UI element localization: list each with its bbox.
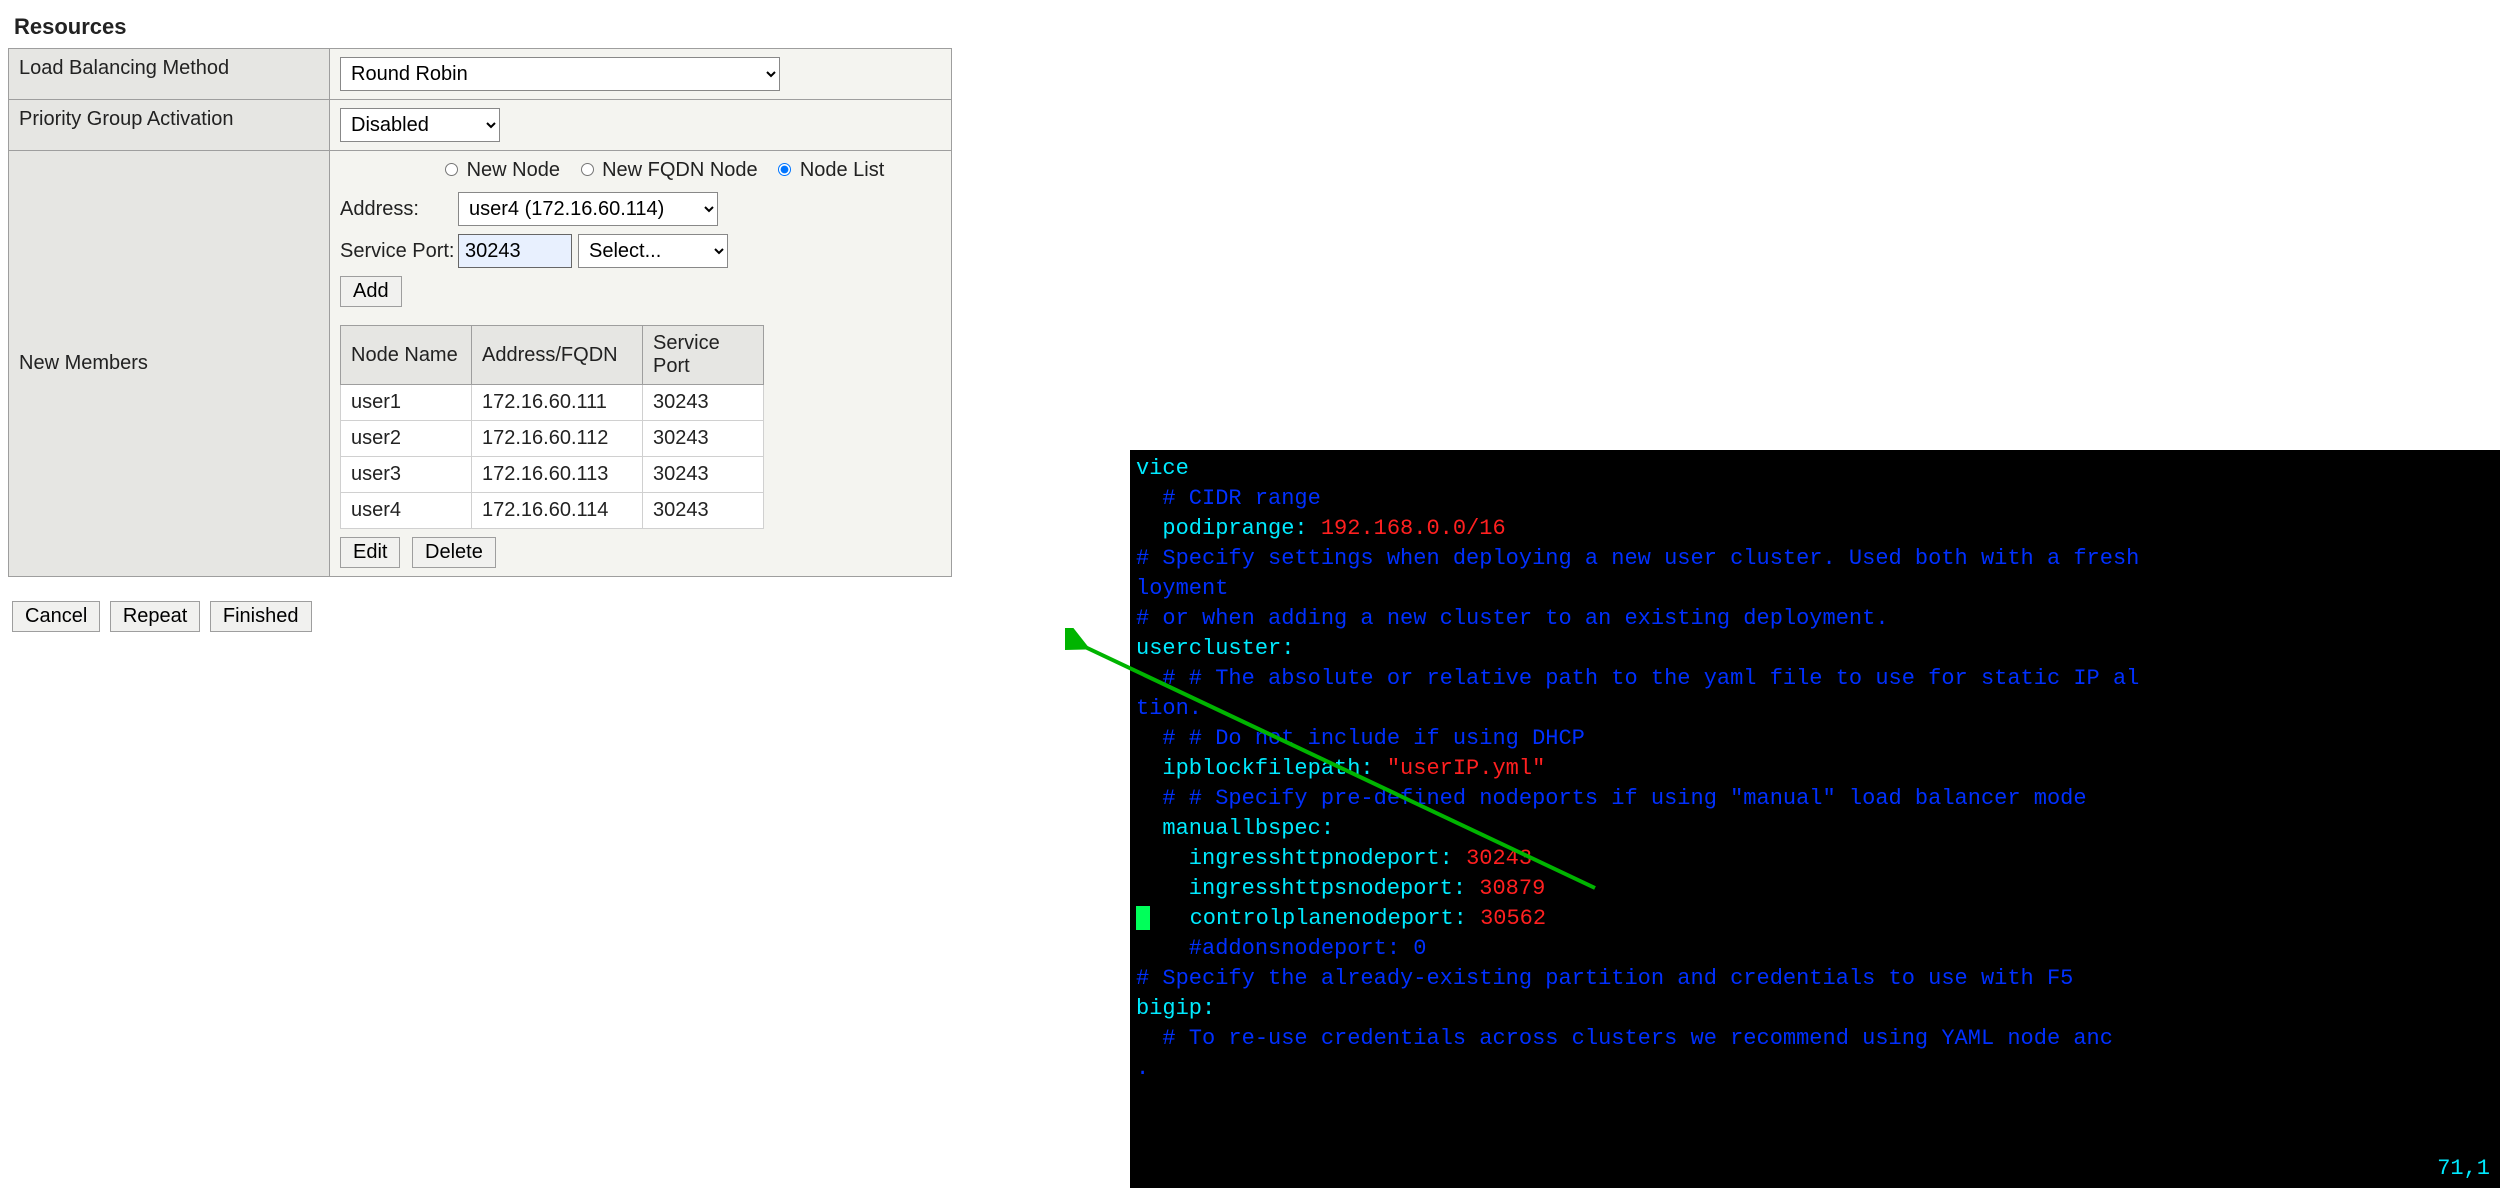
terminal-line: ingresshttpnodeport: 30243 [1136, 844, 2494, 874]
terminal-cursor [1136, 906, 1150, 930]
section-title: Resources [8, 10, 952, 48]
new-members-label: New Members [9, 151, 330, 577]
cell-addr: 172.16.60.111 [472, 385, 643, 421]
terminal-line: # Specify settings when deploying a new … [1136, 544, 2494, 574]
terminal-line: usercluster: [1136, 634, 2494, 664]
node-type-radios: New Node New FQDN Node Node List [340, 159, 941, 182]
radio-new-node[interactable] [445, 163, 458, 176]
radio-new-fqdn-node[interactable] [581, 163, 594, 176]
cell-addr: 172.16.60.112 [472, 421, 643, 457]
cell-port: 30243 [643, 421, 764, 457]
radio-new-node-label: New Node [467, 159, 560, 181]
terminal-line: # To re-use credentials across clusters … [1136, 1024, 2494, 1054]
address-label: Address: [340, 198, 458, 221]
cell-port: 30243 [643, 457, 764, 493]
table-row[interactable]: user4172.16.60.11430243 [341, 493, 764, 529]
lb-method-select[interactable]: Round Robin [340, 57, 780, 91]
terminal-line: loyment [1136, 574, 2494, 604]
terminal-line: ingresshttpsnodeport: 30879 [1136, 874, 2494, 904]
pga-label: Priority Group Activation [9, 100, 330, 151]
terminal-line: # # Do not include if using DHCP [1136, 724, 2494, 754]
cell-port: 30243 [643, 493, 764, 529]
edit-button[interactable]: Edit [340, 537, 400, 568]
repeat-button[interactable]: Repeat [110, 601, 201, 632]
service-port-select[interactable]: Select... [578, 234, 728, 268]
radio-node-list[interactable] [778, 163, 791, 176]
members-header-0: Node Name [341, 326, 472, 385]
finished-button[interactable]: Finished [210, 601, 312, 632]
cell-name: user2 [341, 421, 472, 457]
lb-method-label: Load Balancing Method [9, 49, 330, 100]
resources-panel: Resources Load Balancing Method Round Ro… [8, 10, 952, 638]
terminal-line: . [1136, 1054, 2494, 1084]
form-table: Load Balancing Method Round Robin Priori… [8, 48, 952, 577]
service-port-input[interactable] [458, 234, 572, 268]
pga-select[interactable]: Disabled [340, 108, 500, 142]
radio-new-fqdn-label: New FQDN Node [602, 159, 758, 181]
cell-port: 30243 [643, 385, 764, 421]
terminal-line: #addonsnodeport: 0 [1136, 934, 2494, 964]
terminal-line: # CIDR range [1136, 484, 2494, 514]
cancel-button[interactable]: Cancel [12, 601, 100, 632]
terminal-line: manuallbspec: [1136, 814, 2494, 844]
members-header-2: Service Port [643, 326, 764, 385]
terminal-line: # or when adding a new cluster to an exi… [1136, 604, 2494, 634]
radio-node-list-label: Node List [800, 159, 885, 181]
terminal: vice # CIDR range podiprange: 192.168.0.… [1130, 450, 2500, 1188]
table-row[interactable]: user1172.16.60.11130243 [341, 385, 764, 421]
members-table: Node NameAddress/FQDNService Port user11… [340, 325, 764, 529]
terminal-line: bigip: [1136, 994, 2494, 1024]
terminal-line: ipblockfilepath: "userIP.yml" [1136, 754, 2494, 784]
cell-addr: 172.16.60.113 [472, 457, 643, 493]
terminal-line: # # The absolute or relative path to the… [1136, 664, 2494, 694]
footer-buttons: Cancel Repeat Finished [8, 595, 952, 638]
terminal-line: podiprange: 192.168.0.0/16 [1136, 514, 2494, 544]
delete-button[interactable]: Delete [412, 537, 496, 568]
terminal-line: controlplanenodeport: 30562 [1136, 904, 2494, 934]
terminal-cursor-pos: 71,1 [2437, 1154, 2490, 1184]
table-row[interactable]: user3172.16.60.11330243 [341, 457, 764, 493]
terminal-line: # Specify the already-existing partition… [1136, 964, 2494, 994]
add-button[interactable]: Add [340, 276, 402, 307]
members-header-1: Address/FQDN [472, 326, 643, 385]
terminal-line: tion. [1136, 694, 2494, 724]
cell-name: user1 [341, 385, 472, 421]
terminal-line: # # Specify pre-defined nodeports if usi… [1136, 784, 2494, 814]
cell-addr: 172.16.60.114 [472, 493, 643, 529]
table-row[interactable]: user2172.16.60.11230243 [341, 421, 764, 457]
cell-name: user3 [341, 457, 472, 493]
address-select[interactable]: user4 (172.16.60.114) [458, 192, 718, 226]
service-port-label: Service Port: [340, 240, 458, 263]
terminal-line: vice [1136, 454, 2494, 484]
cell-name: user4 [341, 493, 472, 529]
